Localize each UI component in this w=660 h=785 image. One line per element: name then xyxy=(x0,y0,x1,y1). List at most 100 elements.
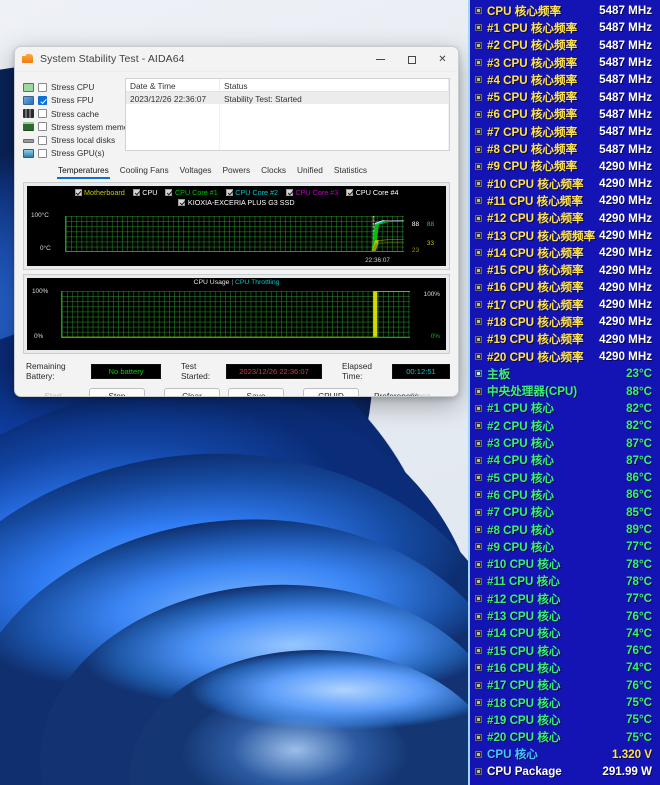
legend-item[interactable]: CPU Core #4 xyxy=(346,188,398,197)
tab-voltages[interactable]: Voltages xyxy=(179,164,213,179)
sensor-bullet-icon xyxy=(475,7,482,15)
sensor-row: #13 CPU 核心频频率 4290 MHz xyxy=(470,227,660,244)
sensor-bullet-icon xyxy=(475,543,482,551)
action-buttons[interactable]: Start Stop Clear Save CPUID Preferences Close xyxy=(23,388,450,396)
sensor-value: 4290 MHz xyxy=(599,298,652,312)
cpuid-button[interactable]: CPUID xyxy=(303,388,359,396)
legend-item[interactable]: Motherboard xyxy=(74,188,125,197)
maximize-button[interactable] xyxy=(396,47,427,72)
stress-option-checkbox[interactable] xyxy=(38,122,47,132)
sensor-label: #18 CPU 核心频率 xyxy=(487,315,584,329)
tab-cooling-fans[interactable]: Cooling Fans xyxy=(119,164,170,179)
usage-axis-label-top: 100% xyxy=(32,288,49,296)
window-controls[interactable]: ✕ xyxy=(365,47,458,72)
sensor-row: #6 CPU 核心频率 5487 MHz xyxy=(470,106,660,123)
stress-option-row[interactable]: Stress CPU xyxy=(23,81,118,94)
usage-right-label-top: 100% xyxy=(423,291,440,299)
stress-option-row[interactable]: Stress local disks xyxy=(23,134,118,147)
stress-option-checkbox[interactable] xyxy=(38,109,47,119)
sensor-bullet-icon xyxy=(475,456,482,464)
aida64-sensor-panel[interactable]: CPU 核心频率 5487 MHz #1 CPU 核心频率 5487 MHz #2 CP… xyxy=(468,0,660,785)
sensor-value: 78°C xyxy=(626,574,652,588)
legend-checkbox[interactable] xyxy=(346,189,354,197)
sensor-row: #12 CPU 核心频率 4290 MHz xyxy=(470,210,660,227)
sensor-bullet-icon xyxy=(475,733,482,741)
table-header-row: Date & Time Status xyxy=(126,79,449,92)
stress-option-checkbox[interactable] xyxy=(38,135,47,145)
legend-item[interactable]: CPU Core #2 xyxy=(225,188,278,197)
sensor-row: #10 CPU 核心频率 4290 MHz xyxy=(470,175,660,192)
stop-button[interactable]: Stop xyxy=(89,388,145,396)
event-log-table[interactable]: Date & Time Status 2023/12/26 22:36:07 S… xyxy=(125,78,450,151)
tab-temperatures[interactable]: Temperatures xyxy=(57,164,110,180)
system-stability-test-window[interactable]: System Stability Test - AIDA64 ✕ Stress … xyxy=(14,46,459,397)
sensor-label: #16 CPU 核心 xyxy=(487,661,561,675)
legend-checkbox[interactable] xyxy=(165,189,173,197)
sensor-row: #10 CPU 核心 78°C xyxy=(470,556,660,573)
sensor-value: 4290 MHz xyxy=(599,159,652,173)
sensor-value: 74°C xyxy=(626,626,652,640)
table-row-empty xyxy=(126,128,449,140)
legend-label: KIOXIA-EXCERIA PLUS G3 SSD xyxy=(187,198,295,208)
legend-checkbox[interactable] xyxy=(178,199,186,207)
sensor-row: #15 CPU 核心 76°C xyxy=(470,642,660,659)
table-row[interactable]: 2023/12/26 22:36:07 Stability Test: Star… xyxy=(126,92,449,104)
tab-powers[interactable]: Powers xyxy=(221,164,251,179)
legend-checkbox[interactable] xyxy=(225,189,233,197)
table-row-empty xyxy=(126,104,449,116)
sensor-label: #11 CPU 核心 xyxy=(487,575,560,589)
sensor-label: #1 CPU 核心频率 xyxy=(487,21,578,35)
clear-button[interactable]: Clear xyxy=(164,388,220,396)
stress-option-checkbox[interactable] xyxy=(38,82,47,92)
window-titlebar[interactable]: System Stability Test - AIDA64 ✕ xyxy=(15,47,458,72)
legend-item[interactable]: CPU Core #3 xyxy=(285,188,338,197)
sensor-label: #4 CPU 核心 xyxy=(487,454,555,468)
stress-option-row[interactable]: Stress FPU xyxy=(23,94,118,107)
sensor-bullet-icon xyxy=(475,629,482,637)
stress-option-row[interactable]: Stress cache xyxy=(23,107,118,120)
chart-tabs[interactable]: Temperatures Cooling Fans Voltages Powers Cl… xyxy=(57,164,450,181)
legend-checkbox[interactable] xyxy=(132,189,140,197)
sensor-label: CPU 核心 xyxy=(487,748,538,762)
test-started-label: Test Started: xyxy=(181,361,211,382)
battery-value: No battery xyxy=(91,363,162,379)
sensor-label: #1 CPU 核心 xyxy=(487,402,555,416)
minimize-icon xyxy=(376,59,385,60)
legend-checkbox[interactable] xyxy=(285,189,293,197)
stress-option-checkbox[interactable] xyxy=(38,95,47,105)
temperature-legend[interactable]: Motherboard CPU CPU Core #1 CPU Core #2 CPU … xyxy=(27,186,446,210)
sensor-label: #7 CPU 核心 xyxy=(487,506,555,520)
legend-item[interactable]: KIOXIA-EXCERIA PLUS G3 SSD xyxy=(178,198,295,208)
cpu-usage-graph[interactable]: CPU Usage | CPU Throttling 100% 0% 100% … xyxy=(27,278,446,351)
save-button[interactable]: Save xyxy=(228,388,284,396)
sensor-row: #6 CPU 核心 86°C xyxy=(470,486,660,503)
sensor-label: #17 CPU 核心频率 xyxy=(487,298,584,312)
tab-statistics[interactable]: Statistics xyxy=(333,164,368,179)
legend-row-primary[interactable]: Motherboard CPU CPU Core #1 CPU Core #2 CPU … xyxy=(27,188,446,197)
sensor-value: 87°C xyxy=(626,453,652,467)
stress-options-list[interactable]: Stress CPU Stress FPU Stress cache Stress s… xyxy=(23,78,135,160)
tab-clocks[interactable]: Clocks xyxy=(260,164,287,179)
cell-datetime: 2023/12/26 22:36:07 xyxy=(126,92,220,104)
close-window-button[interactable]: ✕ xyxy=(427,47,458,72)
column-header-datetime: Date & Time xyxy=(126,79,220,91)
stress-option-row[interactable]: Stress GPU(s) xyxy=(23,147,118,160)
temperature-graph[interactable]: Motherboard CPU CPU Core #1 CPU Core #2 CPU … xyxy=(27,186,446,267)
sensor-label: #10 CPU 核心 xyxy=(487,558,561,572)
sensor-value: 82°C xyxy=(626,401,652,415)
legend-item[interactable]: CPU xyxy=(132,188,157,197)
tab-unified[interactable]: Unified xyxy=(296,164,324,179)
sensor-value: 5487 MHz xyxy=(599,125,652,139)
legend-row-secondary[interactable]: KIOXIA-EXCERIA PLUS G3 SSD xyxy=(27,198,446,207)
sensor-label: #3 CPU 核心频率 xyxy=(487,56,578,70)
sensor-bullet-icon xyxy=(475,335,482,343)
legend-item[interactable]: CPU Core #1 xyxy=(165,188,218,197)
sensor-label: #13 CPU 核心 xyxy=(487,610,561,624)
stress-option-row[interactable]: Stress system memory xyxy=(23,121,135,134)
sensor-bullet-icon xyxy=(475,180,482,188)
sensor-bullet-icon xyxy=(475,76,482,84)
minimize-button[interactable] xyxy=(365,47,396,72)
stress-option-checkbox[interactable] xyxy=(38,148,47,158)
sensor-label: #15 CPU 核心频率 xyxy=(487,264,584,278)
legend-checkbox[interactable] xyxy=(74,189,82,197)
